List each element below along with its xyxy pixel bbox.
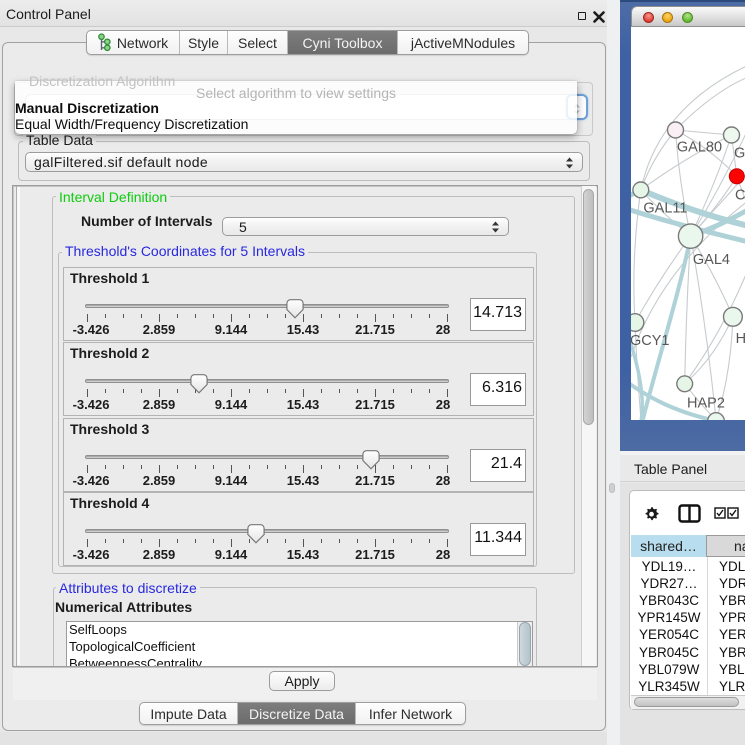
svg-text:GA: GA (734, 146, 745, 162)
svg-text:C: C (735, 188, 745, 204)
svg-text:GCY1: GCY1 (631, 333, 670, 349)
svg-text:HAP2: HAP2 (687, 396, 725, 412)
svg-text:GAL4: GAL4 (693, 252, 730, 268)
svg-text:GAL80: GAL80 (677, 140, 722, 156)
svg-text:HA: HA (736, 331, 745, 347)
svg-text:GAL11: GAL11 (643, 201, 687, 217)
